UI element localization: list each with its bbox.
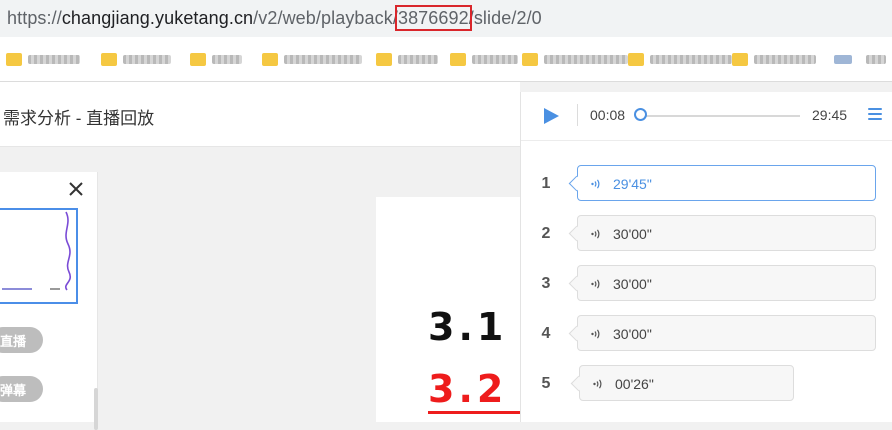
folder-icon <box>522 52 538 66</box>
url-text[interactable]: https://changjiang.yuketang.cn/v2/web/pl… <box>7 5 542 31</box>
page-header: 需求分析 - 直播回放 <box>0 82 520 147</box>
scrollbar[interactable] <box>94 388 98 430</box>
url-highlighted-id: 3876692 <box>394 5 472 31</box>
bookmark-item[interactable] <box>732 51 816 67</box>
bookmark-item[interactable] <box>628 51 732 67</box>
url-path: /v2/web/playback/ <box>253 8 398 28</box>
segment-index: 5 <box>541 375 551 392</box>
folder-icon <box>6 52 22 66</box>
list-menu-icon[interactable] <box>868 108 882 122</box>
folder-icon <box>628 52 644 66</box>
bookmark-item[interactable] <box>190 51 242 67</box>
slide-underline <box>428 411 524 414</box>
segment-duration: 29'45" <box>613 176 652 192</box>
page-title: 需求分析 - 直播回放 <box>3 109 155 128</box>
audio-segment-row: 3 30'00" <box>521 265 892 303</box>
audio-segment-button[interactable]: 30'00" <box>568 265 876 301</box>
segment-index: 1 <box>541 175 551 192</box>
bubble-tail <box>568 275 585 292</box>
bookmark-item[interactable] <box>101 51 171 67</box>
live-toggle[interactable]: 直播 <box>0 327 43 353</box>
bookmark-item[interactable] <box>262 51 362 67</box>
audio-segment-button[interactable]: 30'00" <box>568 215 876 251</box>
voice-wave-icon <box>591 329 600 339</box>
playback-panel: 00:08 29:45 1 29'45" 2 30'00" 3 30'00" 4 30'00"… <box>520 92 892 422</box>
bubble-tail <box>568 325 585 342</box>
voice-wave-icon <box>593 379 602 389</box>
thumbnail-preview <box>2 211 71 291</box>
progress-track[interactable] <box>640 115 800 117</box>
bookmark-item[interactable] <box>6 51 80 67</box>
bookmark-item[interactable] <box>866 51 886 67</box>
player-controls: 00:08 29:45 <box>521 92 892 141</box>
total-time: 29:45 <box>812 107 848 123</box>
audio-segment-row: 1 29'45" <box>521 165 892 203</box>
divider <box>577 104 578 126</box>
bubble-tail <box>570 375 587 392</box>
folder-icon <box>450 52 466 66</box>
audio-segment-row: 2 30'00" <box>521 215 892 253</box>
bookmarks-bar <box>0 37 892 82</box>
bookmark-item[interactable] <box>522 51 628 67</box>
danmaku-toggle[interactable]: 弹幕 <box>0 376 43 402</box>
bookmark-item[interactable] <box>450 51 518 67</box>
current-time: 00:08 <box>590 107 626 123</box>
folder-icon <box>732 52 748 66</box>
bubble-tail <box>568 225 585 242</box>
segment-index: 3 <box>541 275 551 292</box>
close-icon[interactable] <box>66 179 86 199</box>
segment-duration: 30'00" <box>613 226 652 242</box>
progress-handle[interactable] <box>633 108 647 121</box>
url-path-tail: /slide/2/0 <box>468 8 542 28</box>
bubble-tail <box>568 175 585 192</box>
segment-duration: 00'26" <box>615 376 654 392</box>
audio-segment-button[interactable]: 30'00" <box>568 315 876 351</box>
folder-icon <box>190 52 206 66</box>
audio-segment-button[interactable]: 00'26" <box>570 365 794 401</box>
folder-icon <box>376 52 392 66</box>
folder-icon <box>262 52 278 66</box>
folder-icon <box>101 52 117 66</box>
slide-heading-1: 3.1 <box>428 305 508 349</box>
audio-segment-button[interactable]: 29'45" <box>568 165 876 201</box>
segment-index: 2 <box>541 225 551 242</box>
segment-index: 4 <box>541 325 551 342</box>
url-host: changjiang.yuketang.cn <box>61 8 254 28</box>
play-icon[interactable] <box>542 107 560 125</box>
voice-wave-icon <box>591 229 600 239</box>
url-prefix: https:// <box>7 8 62 28</box>
segment-duration: 30'00" <box>613 276 652 292</box>
slide-canvas: 3.1 3.2 <box>376 197 526 422</box>
voice-wave-icon <box>591 279 600 289</box>
bookmark-item[interactable] <box>834 51 852 67</box>
slide-thumbnail[interactable] <box>0 208 78 304</box>
address-bar[interactable]: https://changjiang.yuketang.cn/v2/web/pl… <box>0 0 892 37</box>
slide-heading-2: 3.2 <box>428 367 508 411</box>
slide-thumbnail-panel: 直播 弹幕 <box>0 172 98 430</box>
audio-segment-row: 5 00'26" <box>521 365 892 403</box>
audio-segment-row: 4 30'00" <box>521 315 892 353</box>
voice-wave-icon <box>591 179 600 189</box>
bookmark-item[interactable] <box>376 51 438 67</box>
segment-duration: 30'00" <box>613 326 652 342</box>
